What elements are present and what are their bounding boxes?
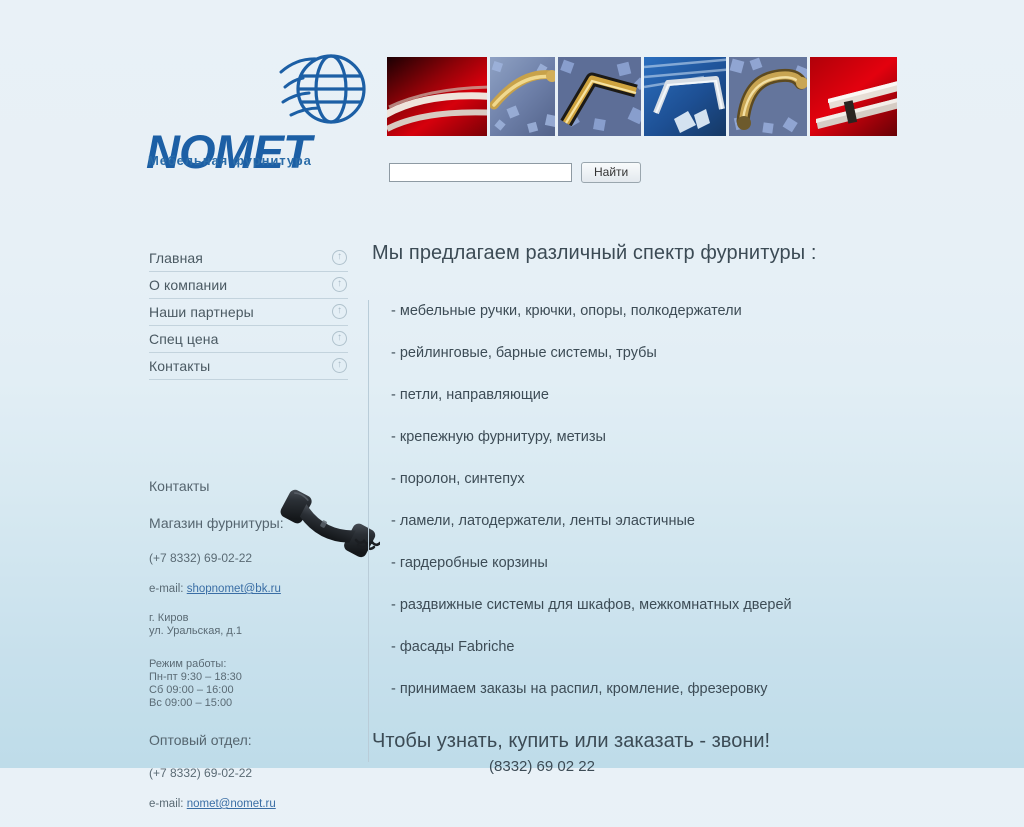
contacts-heading: Контакты: [149, 478, 210, 494]
banner-image-5: [729, 57, 807, 136]
product-banner: [387, 57, 897, 136]
page-title: Мы предлагаем различный спектр фурнитуры…: [372, 242, 817, 264]
banner-image-3: [558, 57, 642, 136]
globe-icon: [279, 54, 366, 124]
list-item: - поролон, синтепух: [391, 471, 525, 487]
search-form[interactable]: Найти: [389, 162, 642, 183]
list-item: - петли, направляющие: [391, 387, 549, 403]
circle-arrow-up-icon[interactable]: ↑: [332, 331, 347, 346]
nav-item-label: Спец цена: [149, 331, 219, 347]
shop-address: г. Киров ул. Уральская, д.1: [149, 612, 243, 637]
nav-item-home[interactable]: Главная ↑: [149, 245, 348, 272]
nav-item-contacts[interactable]: Контакты ↑: [149, 353, 348, 380]
shop-phone: (+7 8332) 69-02-22: [149, 551, 253, 565]
email-label: e-mail:: [149, 798, 184, 810]
nav-item-partners[interactable]: Наши партнеры ↑: [149, 299, 348, 326]
cta-phone: (8332) 69 02 22: [489, 758, 595, 775]
shop-email-link[interactable]: shopnomet@bk.ru: [187, 583, 281, 595]
main-navigation: Главная ↑ О компании ↑ Наши партнеры ↑ С…: [149, 245, 348, 380]
banner-image-4: [644, 57, 726, 136]
content-divider: [368, 300, 369, 762]
list-item: - ламели, латодержатели, ленты эластичны…: [391, 513, 695, 529]
contacts-panel: Контакты Магазин фурнитуры: (+7 8332) 69…: [149, 478, 364, 827]
list-item: - крепежную фурнитуру, метизы: [391, 429, 606, 445]
wholesale-email-line: e-mail: nomet@nomet.ru: [149, 798, 364, 810]
logo-tagline: Мебельная фурнитура: [148, 153, 312, 168]
list-item: - фасады Fabriche: [391, 639, 515, 655]
working-hours: Режим работы: Пн-пт 9:30 – 18:30 Сб 09:0…: [149, 658, 242, 709]
banner-image-6: [809, 57, 897, 136]
site-logo[interactable]: NOMET Мебельная фурнитура: [146, 42, 376, 175]
search-input[interactable]: [389, 163, 572, 182]
list-item: - мебельные ручки, крючки, опоры, полкод…: [391, 303, 742, 319]
page-root: NOMET Мебельная фурнитура Найти Главная …: [0, 0, 1024, 810]
shop-email-line: e-mail: shopnomet@bk.ru: [149, 583, 364, 595]
circle-arrow-up-icon[interactable]: ↑: [332, 358, 347, 373]
wholesale-phone: (+7 8332) 69-02-22: [149, 766, 253, 780]
cta-text: Чтобы узнать, купить или заказать - звон…: [372, 730, 771, 752]
nav-item-about[interactable]: О компании ↑: [149, 272, 348, 299]
circle-arrow-up-icon[interactable]: ↑: [332, 277, 347, 292]
shop-label: Магазин фурнитуры:: [149, 515, 284, 531]
nav-item-label: О компании: [149, 277, 228, 293]
banner-image-1: [387, 57, 487, 136]
call-to-action: Чтобы узнать, купить или заказать - звон…: [372, 730, 902, 775]
nav-item-special-price[interactable]: Спец цена ↑: [149, 326, 348, 353]
search-button[interactable]: Найти: [581, 162, 642, 183]
nav-item-label: Контакты: [149, 358, 211, 374]
list-item: - раздвижные системы для шкафов, межкомн…: [391, 597, 792, 613]
circle-arrow-up-icon[interactable]: ↑: [332, 304, 347, 319]
email-label: e-mail:: [149, 583, 184, 595]
main-content: Мы предлагаем различный спектр фурнитуры…: [372, 242, 902, 723]
offer-list: - мебельные ручки, крючки, опоры, полкод…: [372, 303, 902, 697]
wholesale-label: Оптовый отдел:: [149, 732, 252, 748]
nav-item-label: Главная: [149, 250, 203, 266]
list-item: - принимаем заказы на распил, кромление,…: [391, 681, 768, 697]
list-item: - рейлинговые, барные системы, трубы: [391, 345, 657, 361]
banner-image-2: [489, 57, 555, 136]
nav-item-label: Наши партнеры: [149, 304, 254, 320]
circle-arrow-up-icon[interactable]: ↑: [332, 250, 347, 265]
list-item: - гардеробные корзины: [391, 555, 548, 571]
wholesale-email-link[interactable]: nomet@nomet.ru: [187, 798, 276, 810]
